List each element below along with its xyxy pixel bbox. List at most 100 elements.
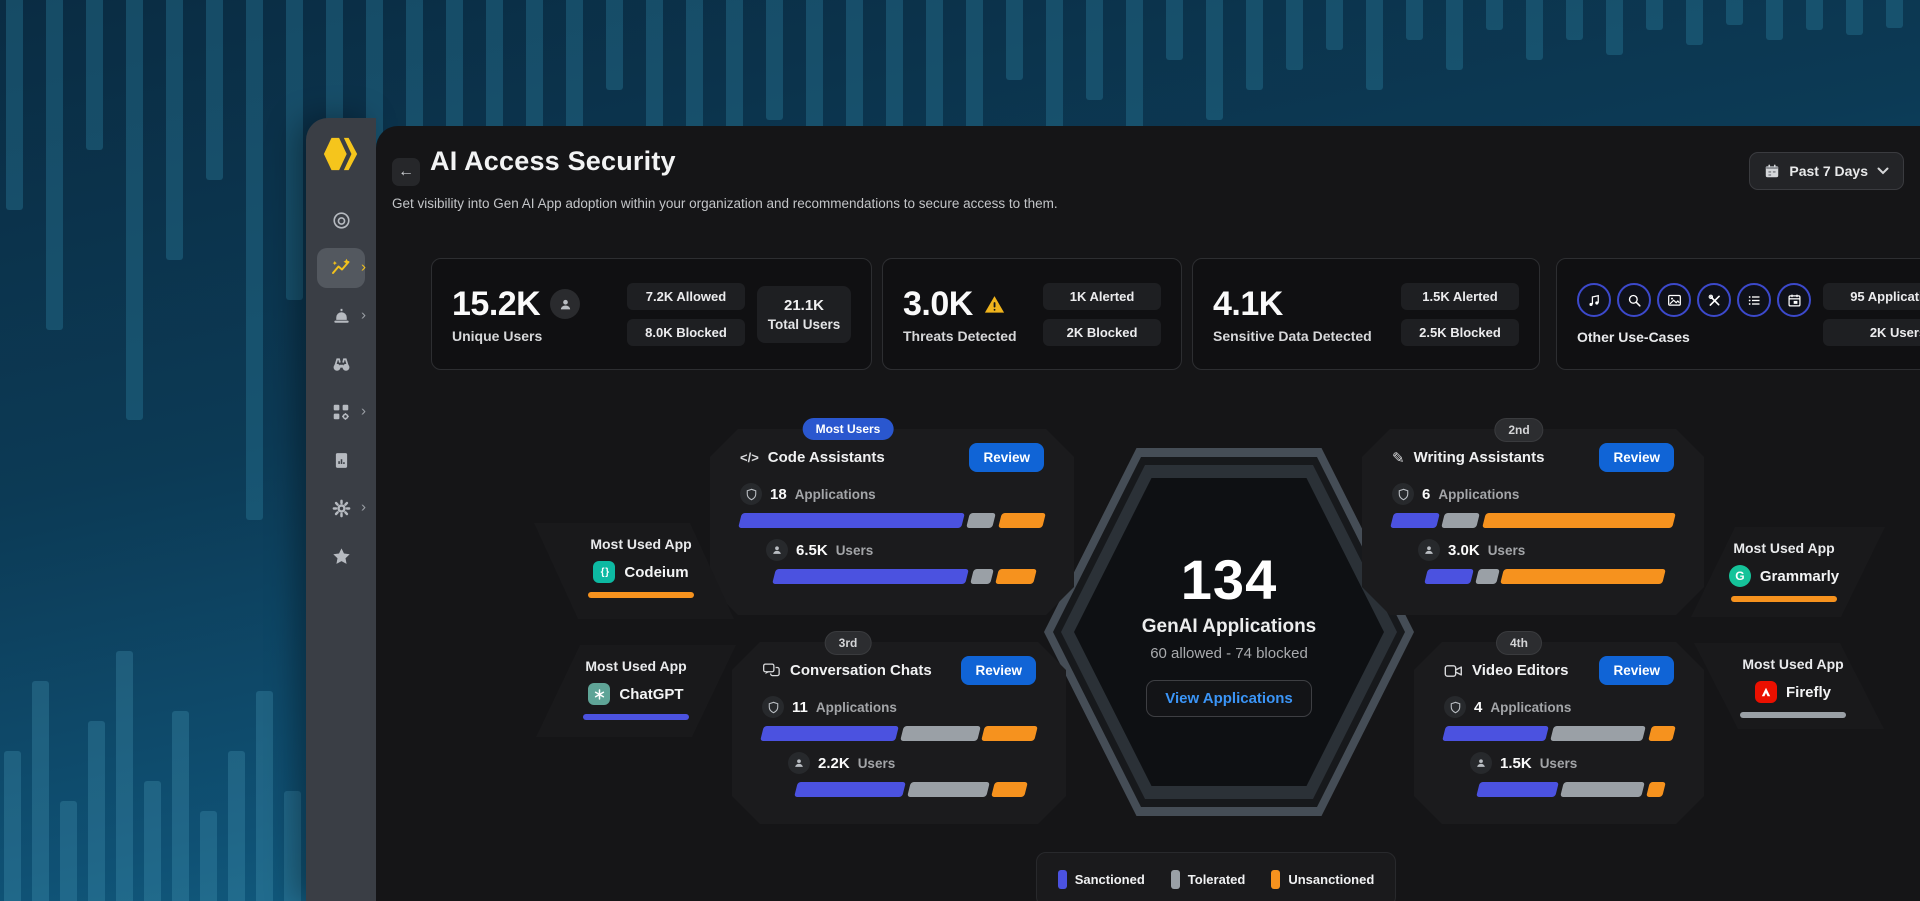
sidebar-item-applications[interactable]: ›: [317, 392, 365, 432]
app-underline: [1740, 712, 1846, 718]
rank-badge: Most Users: [803, 418, 894, 440]
category-card-video-editors: Video Editors Review 4 Applications 1.5K…: [1414, 642, 1704, 824]
apps-grid-icon: [331, 402, 351, 422]
rank-badge: 2nd: [1494, 418, 1543, 442]
stat-value: 4.1K: [1213, 285, 1283, 324]
code-icon: </>: [740, 450, 759, 465]
back-arrow-icon: ←: [398, 163, 414, 181]
image-icon: [1657, 283, 1691, 317]
most-used-label: Most Used App: [1733, 540, 1834, 556]
calendar-icon: [1777, 283, 1811, 317]
stat-main: 4.1K Sensitive Data Detected: [1213, 285, 1372, 344]
view-applications-button[interactable]: View Applications: [1146, 680, 1312, 717]
stat-card-unique-users: 15.2K Unique Users 7.2K Allowed 8.0K Blo…: [431, 258, 872, 370]
most-used-label: Most Used App: [1742, 656, 1843, 672]
page-subtitle: Get visibility into Gen AI App adoption …: [392, 196, 1058, 211]
users-bar: [1478, 782, 1664, 797]
music-icon: [1577, 283, 1611, 317]
sidebar-item-favorites[interactable]: [317, 536, 365, 576]
sidebar-item-alerts[interactable]: ›: [317, 296, 365, 336]
stat-label: Other Use-Cases: [1577, 329, 1811, 345]
stat-main: Other Use-Cases: [1577, 283, 1811, 345]
radar-icon: [331, 210, 352, 231]
stat-pills: 1K Alerted 2K Blocked: [1043, 283, 1161, 346]
most-used-app-card-grammarly: Most Used App G Grammarly: [1691, 527, 1885, 617]
shield-icon: [1444, 696, 1466, 718]
apps-label: Applications: [1490, 700, 1571, 715]
most-used-app-card-chatgpt: Most Used App ChatGPT: [536, 645, 736, 737]
users-bar: [1426, 569, 1664, 584]
desktop-background: › › ›: [0, 0, 1920, 901]
alerted-pill: 1K Alerted: [1043, 283, 1161, 310]
category-name: Code Assistants: [768, 449, 885, 466]
legend: Sanctioned Tolerated Unsanctioned: [1036, 852, 1396, 901]
stat-value: 15.2K: [452, 285, 540, 324]
blocked-pill: 2.5K Blocked: [1401, 319, 1519, 346]
stat-label: Sensitive Data Detected: [1213, 328, 1372, 344]
review-button[interactable]: Review: [961, 656, 1036, 685]
firefly-icon: [1755, 681, 1777, 703]
review-button[interactable]: Review: [1599, 656, 1674, 685]
sidebar-nav: › › ›: [317, 200, 365, 576]
stat-card-threats: 3.0K Threats Detected 1K Alerted 2K Bloc…: [882, 258, 1182, 370]
chevron-right-icon: ›: [361, 402, 366, 419]
most-used-app-card-firefly: Most Used App Firefly: [1694, 643, 1884, 729]
review-button[interactable]: Review: [1599, 443, 1674, 472]
rank-badge: 3rd: [825, 631, 872, 655]
sidebar-item-overview[interactable]: [317, 200, 365, 240]
chatgpt-icon: [588, 683, 610, 705]
users-label: Users: [836, 543, 874, 558]
legend-label: Sanctioned: [1075, 872, 1145, 887]
warning-icon: [983, 293, 1006, 316]
genai-app-count: 134: [1181, 547, 1277, 612]
star-icon: [331, 546, 352, 567]
alerted-pill: 1.5K Alerted: [1401, 283, 1519, 310]
category-card-conversation-chats: Conversation Chats Review 11 Application…: [732, 642, 1066, 824]
checkpoint-logo-icon: [319, 134, 363, 174]
legend-label: Unsanctioned: [1288, 872, 1374, 887]
back-button[interactable]: ←: [392, 158, 420, 186]
sidebar-item-analytics[interactable]: ›: [317, 248, 365, 288]
legend-item-tolerated: Tolerated: [1171, 870, 1246, 889]
chevron-right-icon: ›: [361, 258, 366, 275]
report-icon: [332, 451, 351, 470]
apps-count: 6: [1422, 486, 1430, 503]
most-used-app-card-codeium: Most Used App { } Codeium: [534, 523, 734, 619]
chevron-right-icon: ›: [361, 498, 366, 515]
calendar-icon: [1764, 163, 1780, 179]
stat-label: Threats Detected: [903, 328, 1017, 344]
grammarly-icon: G: [1729, 565, 1751, 587]
siren-icon: [331, 306, 352, 327]
genai-hexagon: 134 GenAI Applications 60 allowed - 74 b…: [1044, 448, 1414, 816]
list-icon: [1737, 283, 1771, 317]
users-label: Users: [1488, 543, 1526, 558]
sanctioned-color-chip: [1058, 870, 1067, 889]
page-title: AI Access Security: [430, 146, 676, 177]
chevron-right-icon: ›: [361, 306, 366, 323]
sidebar-item-reports[interactable]: [317, 440, 365, 480]
most-used-label: Most Used App: [585, 658, 686, 674]
user-icon: [550, 289, 580, 319]
category-name: Video Editors: [1472, 662, 1568, 679]
gear-icon: [331, 498, 352, 519]
users-bar: [774, 569, 1034, 584]
most-used-label: Most Used App: [590, 536, 691, 552]
apps-count: 4: [1474, 699, 1482, 716]
time-range-dropdown[interactable]: Past 7 Days: [1749, 152, 1904, 190]
users-label: Users: [1540, 756, 1578, 771]
review-button[interactable]: Review: [969, 443, 1044, 472]
unsanctioned-color-chip: [1271, 870, 1280, 889]
chevron-down-icon: [1877, 167, 1889, 175]
stat-main: 15.2K Unique Users: [452, 285, 580, 344]
sidebar-item-settings[interactable]: ›: [317, 488, 365, 528]
legend-item-sanctioned: Sanctioned: [1058, 870, 1145, 889]
stat-pills: 95 Applications 2K Users: [1823, 283, 1920, 346]
category-card-code-assistants: </> Code Assistants Review 18 Applicatio…: [710, 429, 1074, 615]
users-count: 6.5K: [796, 542, 828, 559]
total-label: Total Users: [763, 317, 845, 332]
binoculars-icon: [331, 354, 352, 375]
users-icon: [766, 539, 788, 561]
sidebar-item-discovery[interactable]: [317, 344, 365, 384]
apps-bar: [740, 513, 1044, 528]
users-icon: [1470, 752, 1492, 774]
